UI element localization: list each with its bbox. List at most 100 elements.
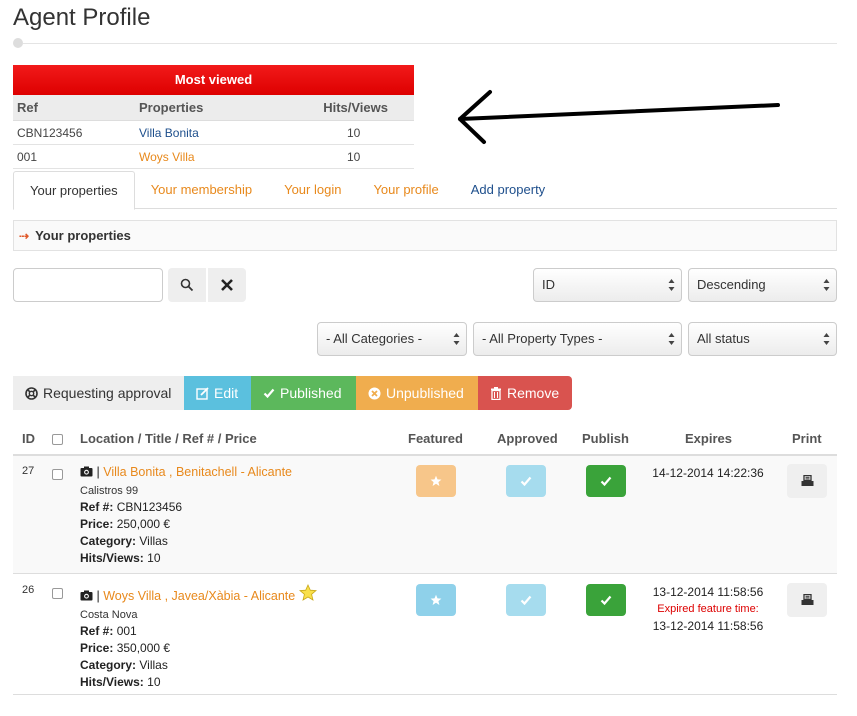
most-viewed-table: Most viewed Ref Properties Hits/Views CB… [13, 65, 414, 169]
requesting-approval-button[interactable]: Requesting approval [13, 376, 184, 410]
select-caret-icon [823, 333, 830, 345]
category-filter-value: - All Categories - [326, 331, 423, 346]
lifebuoy-icon [25, 386, 38, 400]
hits-label: Hits/Views: [80, 675, 144, 689]
ref-label: Ref #: [80, 500, 114, 514]
remove-label: Remove [507, 385, 560, 401]
publish-toggle[interactable] [586, 465, 626, 497]
header-id: ID [22, 431, 35, 446]
status-filter-select[interactable]: All status [688, 322, 837, 356]
header-print: Print [792, 431, 822, 446]
trash-icon [491, 386, 501, 400]
hits-cell: 10 [347, 125, 361, 140]
featured-toggle[interactable] [416, 465, 456, 497]
tab-your-properties[interactable]: Your properties [13, 171, 135, 210]
header-publish: Publish [582, 431, 629, 446]
edit-icon [196, 386, 209, 400]
category-label: Category: [80, 534, 137, 548]
expired-feature-note: Expired feature time: [657, 603, 759, 615]
header-location: Location / Title / Ref # / Price [80, 431, 257, 446]
header-expires: Expires [685, 431, 732, 446]
sort-field-value: ID [542, 277, 555, 292]
header-featured: Featured [408, 431, 463, 446]
property-type-filter-value: - All Property Types - [482, 331, 603, 346]
print-icon [801, 594, 813, 605]
price-label: Price: [80, 517, 114, 531]
category-label: Category: [80, 658, 137, 672]
search-input[interactable] [13, 268, 163, 302]
select-caret-icon [823, 279, 830, 291]
published-button[interactable]: Published [251, 376, 356, 410]
edit-button[interactable]: Edit [184, 376, 251, 410]
published-label: Published [280, 385, 342, 401]
most-viewed-title: Most viewed [13, 65, 414, 95]
hits-value: 10 [147, 551, 161, 565]
tab-add-property[interactable]: Add property [455, 171, 561, 208]
check-icon [600, 595, 612, 606]
most-viewed-row: CBN123456 Villa Bonita 10 [13, 121, 414, 145]
print-icon [801, 475, 813, 486]
star-icon [430, 475, 442, 486]
publish-toggle[interactable] [586, 584, 626, 616]
sort-order-select[interactable]: Descending [688, 268, 837, 302]
search-icon [180, 278, 194, 292]
property-title-link[interactable]: Villa Bonita , Benitachell - Alicante [103, 465, 292, 479]
property-address: Costa Nova [80, 609, 138, 621]
remove-button[interactable]: Remove [478, 376, 572, 410]
unpublished-label: Unpublished [386, 385, 464, 401]
tab-your-login[interactable]: Your login [268, 171, 357, 208]
ref-value: CBN123456 [116, 500, 183, 514]
title-divider [13, 38, 837, 48]
print-button[interactable] [787, 583, 827, 617]
annotation-arrow-icon [458, 90, 780, 144]
sort-order-value: Descending [697, 277, 766, 292]
header-approved: Approved [497, 431, 558, 446]
requesting-approval-label: Requesting approval [43, 385, 172, 401]
edit-label: Edit [214, 385, 239, 401]
featured-toggle[interactable] [416, 584, 456, 616]
ref-cell: 001 [17, 149, 38, 164]
column-ref: Ref [17, 100, 38, 115]
check-icon [520, 595, 532, 606]
property-id: 26 [22, 584, 35, 596]
property-link[interactable]: Woys Villa [139, 150, 195, 164]
section-header: ⇢ Your properties [13, 220, 837, 251]
expires-value: 14-12-2014 14:22:36 [652, 466, 764, 480]
approved-toggle[interactable] [506, 584, 546, 616]
price-value: 350,000 € [116, 641, 171, 655]
page-title: Agent Profile [13, 4, 151, 31]
property-address: Calistros 99 [80, 485, 139, 497]
search-button[interactable] [168, 268, 206, 302]
clear-button[interactable] [208, 268, 246, 302]
select-caret-icon [453, 333, 460, 345]
ref-label: Ref #: [80, 624, 114, 638]
approved-toggle[interactable] [506, 465, 546, 497]
hits-label: Hits/Views: [80, 551, 144, 565]
property-type-filter-select[interactable]: - All Property Types - [473, 322, 682, 356]
featured-star-icon [298, 584, 317, 601]
star-icon [430, 594, 442, 605]
tab-your-membership[interactable]: Your membership [135, 171, 268, 208]
property-link[interactable]: Villa Bonita [139, 126, 199, 140]
unpublished-button[interactable]: Unpublished [356, 376, 478, 410]
ref-cell: CBN123456 [17, 125, 83, 140]
sort-field-select[interactable]: ID [533, 268, 682, 302]
hits-cell: 10 [347, 149, 361, 164]
check-icon [263, 388, 275, 399]
most-viewed-header-row: Ref Properties Hits/Views [13, 95, 414, 121]
print-button[interactable] [787, 464, 827, 498]
column-hits: Hits/Views [323, 100, 388, 115]
arrow-right-icon: ⇢ [19, 228, 30, 243]
circle-x-icon [368, 387, 381, 399]
check-icon [520, 476, 532, 487]
row-checkbox[interactable] [52, 469, 63, 480]
close-icon [221, 279, 233, 291]
row-checkbox[interactable] [52, 588, 63, 599]
tab-your-profile[interactable]: Your profile [357, 171, 454, 208]
select-all-checkbox[interactable] [52, 434, 63, 445]
category-filter-select[interactable]: - All Categories - [317, 322, 467, 356]
property-title-link[interactable]: Woys Villa , Javea/Xàbia - Alicante [103, 589, 295, 603]
category-value: Villas [139, 534, 168, 548]
property-id: 27 [22, 465, 35, 477]
column-properties: Properties [139, 100, 204, 115]
